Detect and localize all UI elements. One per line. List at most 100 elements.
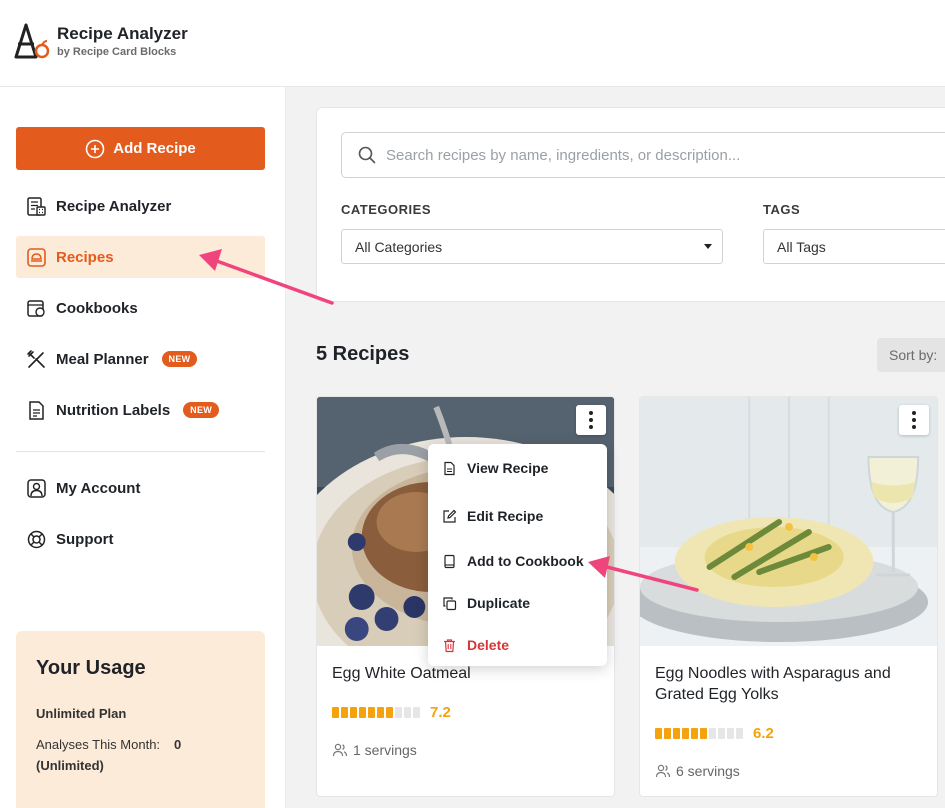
trash-icon [444, 638, 455, 652]
sidebar-item-meal-planner[interactable]: Meal Planner NEW [16, 338, 265, 380]
rating-segment [718, 728, 725, 739]
recipe-card-icon [27, 247, 46, 267]
utensils-icon [27, 349, 45, 368]
rating-segment [673, 728, 680, 739]
search-icon [358, 146, 376, 164]
recipe-card[interactable]: Egg Noodles with Asparagus and Grated Eg… [639, 396, 938, 797]
sidebar-item-label: Recipe Analyzer [56, 197, 172, 215]
recipe-title[interactable]: Egg Noodles with Asparagus and Grated Eg… [655, 663, 925, 705]
menu-item-label: View Recipe [467, 460, 549, 476]
rating-segment [413, 707, 420, 718]
menu-item-duplicate[interactable]: Duplicate [442, 595, 530, 611]
menu-item-label: Edit Recipe [467, 508, 544, 524]
menu-item-label: Delete [467, 637, 510, 653]
sidebar-item-label: My Account [56, 479, 141, 497]
usage-analyses-note: (Unlimited) [36, 758, 104, 773]
rating-segment [332, 707, 339, 718]
card-menu-button[interactable] [899, 405, 929, 435]
sidebar-item-recipe-analyzer[interactable]: Recipe Analyzer [16, 185, 265, 227]
sort-by-select[interactable]: Sort by: [877, 338, 945, 372]
add-recipe-button[interactable]: Add Recipe [16, 127, 265, 170]
sidebar-item-label: Support [56, 530, 114, 548]
recipe-count: 5 Recipes [316, 343, 410, 365]
add-recipe-label: Add Recipe [113, 140, 196, 157]
menu-item-add-to-cookbook[interactable]: Add to Cookbook [442, 553, 584, 569]
servings: 1 servings [332, 742, 417, 758]
sidebar-item-nutrition-labels[interactable]: Nutrition Labels NEW [16, 389, 265, 431]
menu-item-label: Add to Cookbook [467, 553, 584, 569]
rating-segment [386, 707, 393, 718]
rating-segment [341, 707, 348, 718]
sidebar-item-support[interactable]: Support [16, 518, 265, 560]
noodles-photo [640, 397, 937, 646]
rating-segment [727, 728, 734, 739]
app-subtitle: by Recipe Card Blocks [57, 46, 177, 58]
document-icon [444, 461, 455, 475]
usage-plan: Unlimited Plan [36, 706, 127, 721]
duplicate-icon [443, 596, 457, 610]
logo-icon[interactable] [14, 22, 52, 60]
rating-segment [359, 707, 366, 718]
servings-text: 1 servings [353, 742, 417, 758]
book-icon [444, 554, 455, 568]
rating-segment [691, 728, 698, 739]
rating-segment [664, 728, 671, 739]
rating-score: 7.2 [430, 704, 451, 721]
new-badge: NEW [161, 351, 198, 367]
tags-select[interactable]: All Tags [763, 229, 945, 264]
users-icon [332, 743, 348, 757]
sidebar-item-label: Recipes [56, 248, 114, 266]
rating-segment [709, 728, 716, 739]
rating-segment [350, 707, 357, 718]
categories-select-value: All Categories [355, 238, 443, 255]
plus-circle-icon [85, 139, 105, 158]
rating-segment [736, 728, 743, 739]
recipe-context-menu: View Recipe Edit Recipe Add to Cookbook … [428, 444, 607, 666]
sidebar-item-my-account[interactable]: My Account [16, 467, 265, 509]
caret-down-icon [704, 244, 712, 249]
search-box[interactable] [341, 132, 945, 178]
sidebar-divider [16, 451, 265, 452]
tags-label: TAGS [763, 202, 801, 217]
usage-analyses-value: 0 [174, 737, 182, 752]
filters-panel: CATEGORIES All Categories TAGS All Tags [316, 107, 945, 302]
sidebar-item-label: Meal Planner [56, 350, 149, 368]
new-badge: NEW [183, 402, 220, 418]
calculator-icon [27, 196, 46, 216]
menu-item-label: Duplicate [467, 595, 531, 611]
sidebar: Add Recipe Recipe Analyzer Recipes Cookb… [0, 87, 286, 808]
rating-segment [395, 707, 402, 718]
recipe-title[interactable]: Egg White Oatmeal [332, 663, 602, 684]
categories-select[interactable]: All Categories [341, 229, 723, 264]
sidebar-item-label: Nutrition Labels [56, 401, 171, 419]
sidebar-item-recipes[interactable]: Recipes [16, 236, 265, 278]
lifebuoy-icon [27, 530, 46, 548]
usage-panel: Your Usage Unlimited Plan Analyses This … [16, 631, 265, 808]
card-menu-button[interactable] [576, 405, 606, 435]
health-rating: 7.2 [332, 704, 451, 721]
tags-select-value: All Tags [777, 238, 826, 255]
app-header: Recipe Analyzer by Recipe Card Blocks [0, 0, 945, 87]
menu-item-view-recipe[interactable]: View Recipe [442, 460, 548, 476]
rating-segment [404, 707, 411, 718]
edit-icon [443, 509, 457, 523]
servings: 6 servings [655, 763, 740, 779]
menu-item-delete[interactable]: Delete [442, 637, 509, 653]
rating-segment [377, 707, 384, 718]
servings-text: 6 servings [676, 763, 740, 779]
recipe-image[interactable] [640, 397, 937, 646]
users-icon [655, 764, 671, 778]
sidebar-item-cookbooks[interactable]: Cookbooks [16, 287, 265, 329]
menu-item-edit-recipe[interactable]: Edit Recipe [442, 508, 543, 524]
user-icon [27, 478, 46, 498]
usage-title: Your Usage [36, 657, 146, 679]
cookbook-icon [27, 299, 45, 317]
health-rating: 6.2 [655, 725, 774, 742]
search-input[interactable] [386, 146, 906, 164]
rating-segment [682, 728, 689, 739]
rating-segment [700, 728, 707, 739]
sidebar-item-label: Cookbooks [56, 299, 138, 317]
app-title: Recipe Analyzer [57, 24, 188, 43]
categories-label: CATEGORIES [341, 202, 431, 217]
rating-segment [655, 728, 662, 739]
